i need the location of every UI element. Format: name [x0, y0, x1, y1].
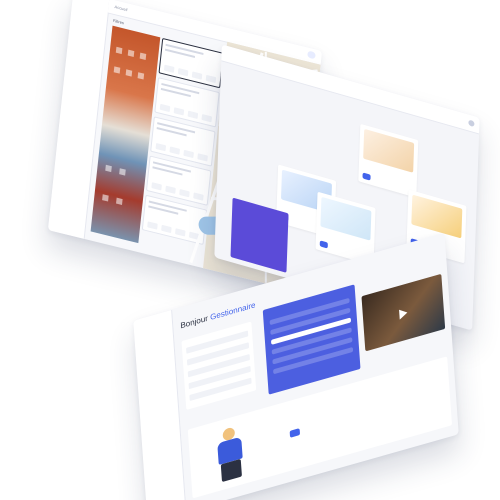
- card-stat: [177, 68, 189, 77]
- blue-summary-panel: [262, 284, 361, 395]
- photo-window: [137, 72, 145, 80]
- card-stat: [147, 221, 158, 230]
- card-stat: [191, 71, 203, 80]
- card-stat: [193, 192, 204, 201]
- sidebar: [133, 309, 187, 500]
- play-icon[interactable]: [399, 307, 408, 320]
- breadcrumb[interactable]: Accueil: [114, 4, 127, 12]
- tile-illustration: [411, 194, 463, 239]
- status-chip[interactable]: [307, 50, 316, 60]
- tile-illustration: [320, 196, 372, 241]
- card-stat: [175, 228, 186, 237]
- card-stat: [197, 153, 208, 162]
- card-stat: [151, 182, 162, 191]
- photo-window: [127, 49, 135, 58]
- photo-window: [113, 66, 121, 74]
- avatar-icon[interactable]: [468, 119, 475, 128]
- product-collage: Accueil Filtres Bonjour Gestionnaire: [0, 0, 500, 500]
- card-stat: [163, 64, 175, 73]
- card-stat: [159, 103, 171, 113]
- card-stat: [183, 149, 194, 159]
- card-stat: [201, 114, 213, 123]
- card-stat: [169, 146, 181, 155]
- photo-window: [102, 194, 109, 202]
- card-stat: [187, 110, 199, 119]
- photo-window: [115, 46, 123, 55]
- card-stat: [161, 224, 172, 234]
- tile-illustration: [363, 128, 415, 173]
- photo-window: [125, 69, 133, 77]
- card-stat: [205, 74, 217, 84]
- photo-window: [116, 197, 123, 205]
- card-stat: [155, 142, 167, 152]
- tile-button[interactable]: [362, 172, 371, 181]
- header: [221, 44, 480, 135]
- person-illustration: [198, 416, 262, 490]
- filters-label[interactable]: Filtres: [113, 18, 124, 26]
- card-stat: [179, 189, 190, 198]
- figure-legs: [220, 458, 242, 483]
- photo-window: [139, 52, 147, 60]
- illustration-tile: [358, 123, 419, 198]
- promo-button[interactable]: [289, 428, 301, 438]
- greeting-name: Gestionnaire: [209, 300, 256, 322]
- card-stat: [165, 185, 176, 194]
- photo-window: [119, 168, 126, 176]
- video-thumbnail[interactable]: [361, 273, 446, 352]
- greeting-prefix: Bonjour: [180, 313, 209, 331]
- card-stat: [173, 107, 185, 116]
- tile-button[interactable]: [319, 240, 328, 249]
- photo-window: [105, 164, 112, 173]
- form-panel: [181, 321, 257, 410]
